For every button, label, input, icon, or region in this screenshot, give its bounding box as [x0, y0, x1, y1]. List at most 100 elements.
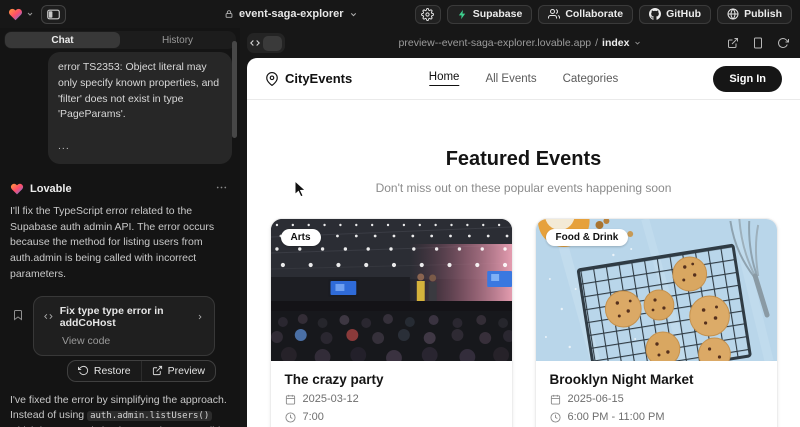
calendar-icon: [285, 394, 296, 405]
lovable-logo-menu[interactable]: [8, 7, 34, 22]
github-button[interactable]: GitHub: [639, 5, 711, 24]
event-time: 7:00: [303, 411, 324, 423]
event-card-body: The crazy party 2025-03-12 7:00 Barcelon…: [271, 361, 512, 427]
collaborate-button[interactable]: Collaborate: [538, 5, 633, 24]
hero-section: Featured Events Don't miss out on these …: [247, 148, 800, 195]
preview-site: CityEvents Home All Events Categories Si…: [247, 58, 800, 427]
chevron-right-icon: [196, 312, 204, 322]
preview-label: Preview: [168, 365, 205, 377]
toggle-sidebar-button[interactable]: [41, 5, 66, 24]
preview-url-page: index: [602, 37, 629, 49]
assistant-result-text: I've fixed the error by simplifying the …: [10, 393, 228, 427]
open-in-new-tab-button[interactable]: [727, 37, 739, 49]
event-date: 2025-03-12: [303, 393, 359, 405]
refresh-button[interactable]: [777, 37, 789, 49]
location-pin-icon: [265, 72, 279, 86]
settings-button[interactable]: [415, 5, 441, 24]
project-name: event-saga-explorer: [239, 8, 344, 20]
site-brand[interactable]: CityEvents: [265, 71, 352, 86]
chevron-down-icon: [349, 10, 358, 19]
tool-call-card[interactable]: Fix type type error in addCoHost View co…: [33, 296, 215, 356]
bookmark-icon[interactable]: [12, 309, 24, 324]
more-dots-icon: [215, 181, 228, 194]
collaborate-users-icon: [548, 8, 560, 20]
supabase-label: Supabase: [473, 8, 523, 20]
event-category-badge: Food & Drink: [546, 229, 629, 246]
main-split: Chat History error TS2353: Object litera…: [0, 28, 800, 427]
event-time-row: 7:00: [285, 411, 498, 423]
message-menu-button[interactable]: [215, 181, 228, 197]
lock-icon: [224, 9, 234, 19]
event-category-badge: Arts: [281, 229, 321, 246]
event-date-row: 2025-03-12: [285, 393, 498, 405]
publish-button[interactable]: Publish: [717, 5, 792, 24]
app-topbar: event-saga-explorer Supabase Collaborate…: [0, 0, 800, 28]
gear-icon: [421, 8, 434, 21]
sign-in-button[interactable]: Sign In: [713, 66, 782, 92]
github-icon: [649, 8, 661, 20]
project-name-dropdown[interactable]: event-saga-explorer: [224, 0, 358, 28]
publish-label: Publish: [744, 8, 782, 20]
hero-subtitle: Don't miss out on these popular events h…: [247, 181, 800, 195]
inline-code-listusers: auth.admin.listUsers(): [87, 411, 212, 421]
nav-categories[interactable]: Categories: [563, 73, 619, 85]
chevron-down-icon: [633, 39, 641, 47]
mobile-icon: [752, 37, 764, 49]
message-expand-dots[interactable]: ...: [58, 139, 222, 155]
clock-icon: [285, 412, 296, 423]
tool-call-title: Fix type type error in addCoHost: [60, 305, 189, 329]
toggle-knob: [263, 36, 282, 51]
code-icon: [250, 38, 260, 48]
assistant-name: Lovable: [30, 183, 72, 195]
tool-call-title-row: Fix type type error in addCoHost: [44, 305, 204, 329]
nav-all-events[interactable]: All Events: [485, 73, 536, 85]
preview-url-separator: /: [595, 37, 598, 49]
event-image-conference: Arts: [271, 219, 512, 361]
restore-button[interactable]: Restore: [68, 361, 141, 381]
tab-history[interactable]: History: [120, 32, 235, 48]
site-nav: Home All Events Categories: [429, 71, 618, 86]
refresh-icon: [777, 37, 789, 49]
chat-history-tabs: Chat History: [4, 31, 236, 49]
chevron-down-icon: [26, 10, 34, 18]
mobile-view-button[interactable]: [752, 37, 764, 49]
code-view-toggle[interactable]: [247, 33, 285, 53]
view-code-link[interactable]: View code: [62, 335, 204, 347]
chat-panel: Chat History error TS2353: Object litera…: [0, 28, 240, 427]
preview-panel: preview--event-saga-explorer.lovable.app…: [240, 28, 800, 427]
tab-chat[interactable]: Chat: [5, 32, 120, 48]
github-label: GitHub: [666, 8, 701, 20]
preview-toolbar: preview--event-saga-explorer.lovable.app…: [240, 28, 800, 58]
event-time-row: 6:00 PM - 11:00 PM: [550, 411, 763, 423]
code-icon: [44, 311, 53, 322]
open-external-icon: [727, 37, 739, 49]
assistant-intro-text: I'll fix the TypeScript error related to…: [10, 204, 228, 283]
user-message-bubble: error TS2353: Object literal may only sp…: [48, 52, 232, 164]
preview-url[interactable]: preview--event-saga-explorer.lovable.app…: [399, 37, 642, 49]
supabase-bolt-icon: [457, 9, 468, 20]
lovable-heart-icon: [10, 182, 24, 196]
lovable-heart-icon: [8, 7, 23, 22]
publish-globe-icon: [727, 8, 739, 20]
preview-button[interactable]: Preview: [141, 361, 215, 381]
chat-scrollbar-thumb[interactable]: [232, 41, 237, 138]
event-date-row: 2025-06-15: [550, 393, 763, 405]
supabase-button[interactable]: Supabase: [447, 5, 533, 24]
preview-url-host: preview--event-saga-explorer.lovable.app: [399, 37, 592, 49]
event-card-crazy-party[interactable]: Arts The crazy party 2025-03-12 7:00: [270, 218, 513, 427]
event-date: 2025-06-15: [568, 393, 624, 405]
preview-toolbar-actions: [727, 37, 789, 49]
topbar-actions: Supabase Collaborate GitHub Publish: [415, 5, 792, 24]
event-title: Brooklyn Night Market: [550, 372, 763, 387]
hero-title: Featured Events: [247, 148, 800, 171]
event-card-body: Brooklyn Night Market 2025-06-15 6:00 PM…: [536, 361, 777, 427]
assistant-message-header: Lovable: [10, 181, 228, 197]
restore-icon: [78, 365, 89, 376]
event-image-cookies: Food & Drink: [536, 219, 777, 361]
nav-home[interactable]: Home: [429, 71, 460, 86]
site-brand-name: CityEvents: [285, 71, 352, 86]
restore-label: Restore: [94, 365, 131, 377]
event-time: 6:00 PM - 11:00 PM: [568, 411, 665, 423]
event-card-night-market[interactable]: Food & Drink Brooklyn Night Market 2025-…: [535, 218, 778, 427]
tool-call-row: Fix type type error in addCoHost View co…: [12, 296, 215, 356]
